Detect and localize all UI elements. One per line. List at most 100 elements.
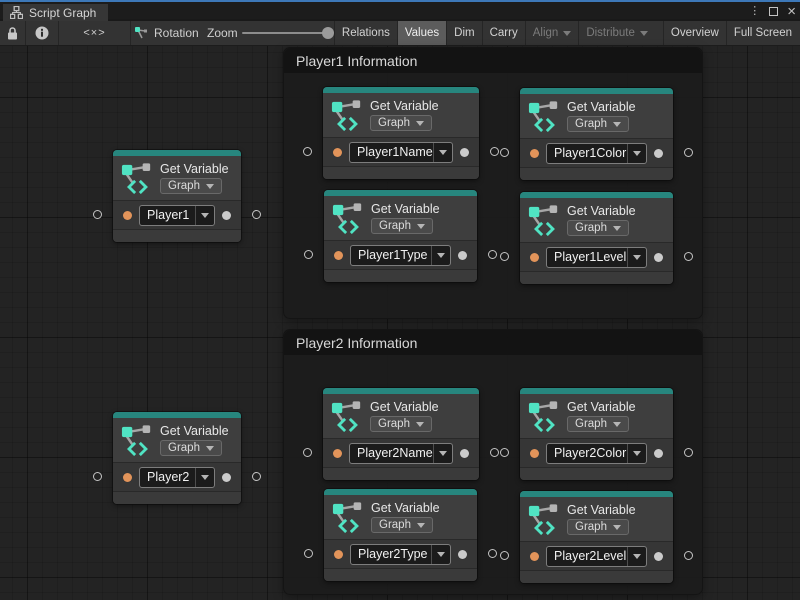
node-title: Get Variable <box>370 400 439 414</box>
info-button[interactable] <box>26 21 59 45</box>
lock-button[interactable] <box>0 21 26 45</box>
variable-name-port[interactable] <box>334 251 343 260</box>
output-port-ring[interactable] <box>490 147 499 156</box>
carry-button[interactable]: Carry <box>482 21 525 45</box>
scope-dropdown[interactable]: Graph <box>160 440 222 456</box>
input-port-ring[interactable] <box>303 448 312 457</box>
scope-dropdown[interactable]: Graph <box>370 115 432 131</box>
get-variable-node-player2name[interactable]: Get Variable Graph Player2Name <box>323 388 479 480</box>
node-title: Get Variable <box>567 100 636 114</box>
scope-dropdown[interactable]: Graph <box>371 517 433 533</box>
variable-name-port[interactable] <box>334 550 343 559</box>
input-port-ring[interactable] <box>500 448 509 457</box>
get-variable-node-player2level[interactable]: Get Variable Graph Player2Level <box>520 491 673 583</box>
kebab-menu-icon[interactable]: ⋮ <box>749 6 760 17</box>
scope-dropdown[interactable]: Graph <box>160 178 222 194</box>
input-port-ring[interactable] <box>500 551 509 560</box>
dim-button[interactable]: Dim <box>446 21 481 45</box>
rotation-control[interactable]: Rotation <box>134 21 199 45</box>
node-title: Get Variable <box>371 202 440 216</box>
get-variable-node-player1color[interactable]: Get Variable Graph Player1Color <box>520 88 673 180</box>
tab-script-graph[interactable]: Script Graph <box>3 4 108 21</box>
output-port-ring[interactable] <box>252 472 261 481</box>
value-output-port[interactable] <box>654 449 663 458</box>
variable-name-port[interactable] <box>530 552 539 561</box>
variable-dropdown[interactable]: Player1Level <box>546 247 647 268</box>
value-output-port[interactable] <box>458 550 467 559</box>
input-port-ring[interactable] <box>500 252 509 261</box>
chevron-down-icon <box>627 547 646 566</box>
value-output-port[interactable] <box>460 449 469 458</box>
scope-dropdown[interactable]: Graph <box>567 416 629 432</box>
node-footer <box>520 168 673 180</box>
value-output-port[interactable] <box>458 251 467 260</box>
get-variable-node-player1level[interactable]: Get Variable Graph Player1Level <box>520 192 673 284</box>
variable-dropdown[interactable]: Player2 <box>139 467 215 488</box>
get-variable-node-player2[interactable]: Get Variable Graph Player2 <box>113 412 241 504</box>
output-port-ring[interactable] <box>684 551 693 560</box>
value-output-port[interactable] <box>654 253 663 262</box>
output-port-ring[interactable] <box>684 148 693 157</box>
full-screen-button[interactable]: Full Screen <box>726 21 799 45</box>
value-output-port[interactable] <box>222 211 231 220</box>
get-variable-node-player1type[interactable]: Get Variable Graph Player1Type <box>324 190 477 282</box>
relations-button[interactable]: Relations <box>334 21 397 45</box>
variable-name-port[interactable] <box>530 253 539 262</box>
group-header[interactable]: Player2 Information <box>284 330 702 355</box>
scope-dropdown[interactable]: Graph <box>567 220 629 236</box>
input-port-ring[interactable] <box>303 147 312 156</box>
variable-dropdown[interactable]: Player2Name <box>349 443 453 464</box>
variable-dropdown[interactable]: Player2Level <box>546 546 647 567</box>
chevron-down-icon <box>417 523 425 528</box>
scope-dropdown[interactable]: Graph <box>567 519 629 535</box>
maximize-icon[interactable] <box>769 3 778 21</box>
variable-dropdown[interactable]: Player2Type <box>350 544 451 565</box>
overview-button[interactable]: Overview <box>663 21 726 45</box>
group-header[interactable]: Player1 Information <box>284 48 702 73</box>
values-button[interactable]: Values <box>397 21 446 45</box>
variable-name-port[interactable] <box>530 149 539 158</box>
get-variable-node-player1[interactable]: Get Variable Graph Player1 <box>113 150 241 242</box>
output-port-ring[interactable] <box>488 250 497 259</box>
scope-dropdown[interactable]: Graph <box>370 416 432 432</box>
get-variable-node-player2type[interactable]: Get Variable Graph Player2Type <box>324 489 477 581</box>
distribute-button[interactable]: Distribute <box>578 21 655 45</box>
zoom-slider-handle[interactable] <box>322 27 334 39</box>
close-icon[interactable]: × <box>787 4 796 19</box>
scope-dropdown[interactable]: Graph <box>567 116 629 132</box>
value-output-port[interactable] <box>222 473 231 482</box>
input-port-ring[interactable] <box>304 250 313 259</box>
variable-dropdown[interactable]: Player2Color <box>546 443 647 464</box>
variable-name-port[interactable] <box>123 473 132 482</box>
code-toggle-button[interactable]: <×> <box>59 21 131 45</box>
output-port-ring[interactable] <box>684 448 693 457</box>
input-port-ring[interactable] <box>304 549 313 558</box>
align-button[interactable]: Align <box>525 21 579 45</box>
variable-dropdown[interactable]: Player1Name <box>349 142 453 163</box>
get-variable-node-player1name[interactable]: Get Variable Graph Player1Name <box>323 87 479 179</box>
zoom-slider-track[interactable] <box>242 32 330 34</box>
input-port-ring[interactable] <box>500 148 509 157</box>
graph-canvas[interactable]: Player1 Information Player2 Information … <box>0 46 800 600</box>
variable-dropdown[interactable]: Player1Type <box>350 245 451 266</box>
input-port-ring[interactable] <box>93 472 102 481</box>
input-port-ring[interactable] <box>93 210 102 219</box>
output-port-ring[interactable] <box>684 252 693 261</box>
get-variable-node-player2color[interactable]: Get Variable Graph Player2Color <box>520 388 673 480</box>
chevron-down-icon <box>431 246 450 265</box>
value-output-port[interactable] <box>460 148 469 157</box>
rotation-icon <box>134 26 148 40</box>
output-port-ring[interactable] <box>490 448 499 457</box>
scope-dropdown[interactable]: Graph <box>371 218 433 234</box>
output-port-ring[interactable] <box>488 549 497 558</box>
variable-dropdown[interactable]: Player1Color <box>546 143 647 164</box>
node-footer <box>520 468 673 480</box>
variable-name-port[interactable] <box>123 211 132 220</box>
value-output-port[interactable] <box>654 149 663 158</box>
variable-name-port[interactable] <box>333 148 342 157</box>
variable-name-port[interactable] <box>530 449 539 458</box>
value-output-port[interactable] <box>654 552 663 561</box>
variable-name-port[interactable] <box>333 449 342 458</box>
output-port-ring[interactable] <box>252 210 261 219</box>
variable-dropdown[interactable]: Player1 <box>139 205 215 226</box>
